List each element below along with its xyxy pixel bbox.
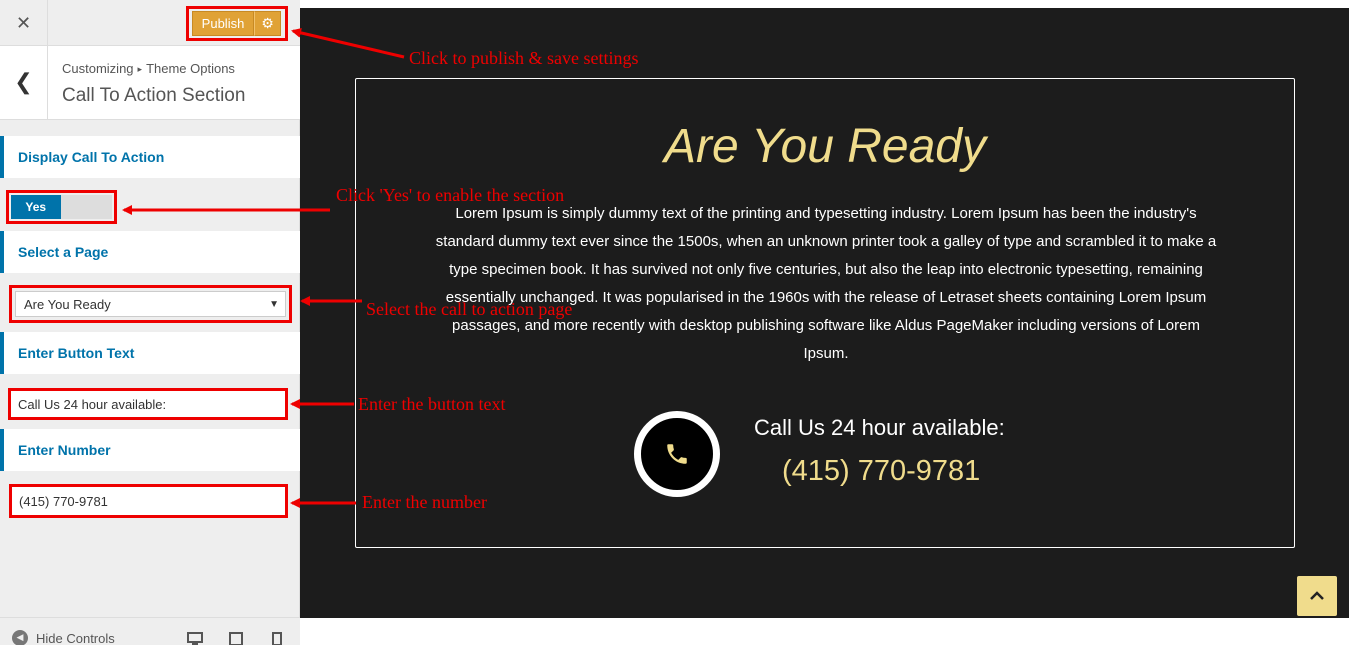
desktop-icon[interactable] [187, 632, 203, 645]
publish-button[interactable]: Publish [192, 11, 254, 36]
display-cta-label: Display Call To Action [0, 136, 300, 178]
back-button[interactable]: ❮ [0, 46, 48, 119]
chevron-left-icon: ❮ [14, 70, 33, 95]
collapse-icon: ◀ [12, 630, 28, 645]
annotation-publish: Click to publish & save settings [409, 48, 639, 68]
button-text-label: Enter Button Text [0, 332, 300, 374]
close-icon: ✕ [15, 12, 32, 34]
cta-body-line: Ipsum. [803, 345, 849, 362]
publish-settings-button[interactable]: ⚙ [254, 11, 281, 36]
scroll-to-top-button[interactable] [1297, 576, 1337, 616]
breadcrumb-current: Theme Options [146, 61, 235, 76]
annotation-enable: Click 'Yes' to enable the section [336, 185, 565, 205]
page-select-value: Are You Ready [24, 296, 111, 312]
toggle-yes-button[interactable]: Yes [11, 195, 61, 219]
phone-icon [667, 444, 687, 464]
hide-controls-label: Hide Controls [36, 630, 115, 645]
cta-body-line: standard dummy text ever since the 1500s… [435, 233, 1217, 250]
mobile-icon[interactable] [272, 632, 282, 645]
panel-title: Call To Action Section [62, 85, 246, 106]
page-select[interactable]: Are You Ready ▼ [15, 291, 286, 317]
caret-down-icon: ▼ [269, 298, 279, 310]
call-number[interactable]: (415) 770-9781 [782, 455, 980, 488]
chevron-up-icon [1310, 591, 1324, 600]
toggle-no-button[interactable] [60, 195, 112, 219]
annotation-button-text: Enter the button text [358, 394, 506, 414]
section-header: ❮ Customizing ▸ Theme Options Call To Acti… [0, 46, 300, 120]
select-page-label: Select a Page [0, 231, 300, 273]
button-text-input[interactable]: Call Us 24 hour available: [11, 391, 285, 417]
phone-button[interactable] [634, 411, 720, 497]
cta-body: Lorem Ipsum is simply dummy text of the … [401, 200, 1251, 368]
number-label: Enter Number [0, 429, 300, 471]
cta-body-line: type specimen book. It has survived not … [449, 261, 1203, 278]
close-customizer-button[interactable]: ✕ [0, 0, 48, 46]
breadcrumb-root: Customizing [62, 61, 134, 76]
button-text-highlight: Call Us 24 hour available: [8, 388, 288, 420]
publish-highlight-box: Publish ⚙ [186, 6, 288, 41]
annotation-number: Enter the number [362, 492, 487, 512]
number-highlight: (415) 770-9781 [9, 484, 288, 518]
call-text: Call Us 24 hour available: [754, 415, 1005, 440]
customizer-footer: ◀ Hide Controls [0, 617, 300, 645]
breadcrumb-separator-icon: ▸ [137, 64, 143, 74]
gear-icon: ⚙ [261, 15, 274, 32]
annotation-select-page: Select the call to action page [366, 299, 573, 319]
customizer-sidebar: ✕ Publish ⚙ ❮ Customizing ▸ Theme Options … [0, 0, 300, 645]
hide-controls-button[interactable]: ◀ Hide Controls [12, 630, 115, 645]
breadcrumb: Customizing ▸ Theme Options [62, 61, 235, 76]
number-input[interactable]: (415) 770-9781 [12, 487, 285, 515]
tablet-icon[interactable] [229, 632, 243, 645]
customizer-topbar: ✕ Publish ⚙ [0, 0, 300, 46]
page-select-highlight: Are You Ready ▼ [9, 285, 292, 323]
cta-toggle: Yes [6, 190, 117, 224]
cta-title: Are You Ready [663, 120, 986, 173]
